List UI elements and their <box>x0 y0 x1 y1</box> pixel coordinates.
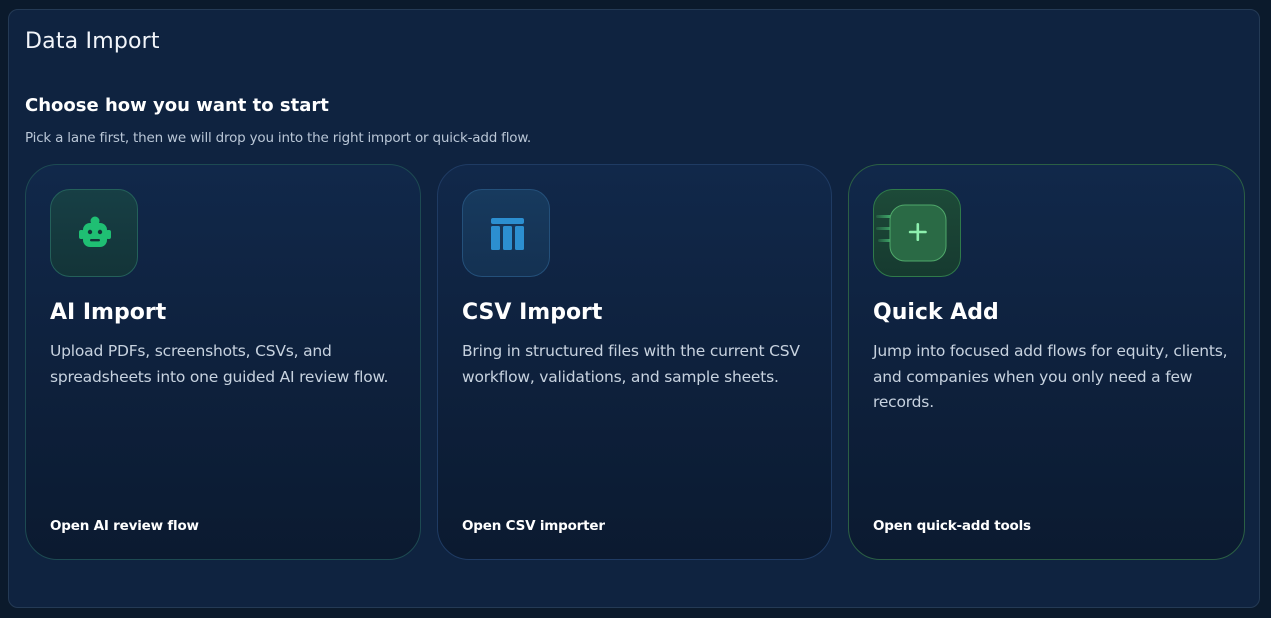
panel-title: Data Import <box>25 29 160 54</box>
open-csv-importer-link[interactable]: Open CSV importer <box>462 517 605 535</box>
csv-import-icon-tile <box>462 189 550 277</box>
quick-add-icon-tile <box>873 189 961 277</box>
quick-add-card[interactable]: Quick Add Jump into focused add flows fo… <box>848 164 1245 560</box>
card-title: Quick Add <box>873 300 999 325</box>
ai-import-icon-tile <box>50 189 138 277</box>
section-title: Choose how you want to start <box>25 95 329 116</box>
card-title: CSV Import <box>462 300 603 325</box>
section-subtitle: Pick a lane first, then we will drop you… <box>25 130 532 146</box>
open-ai-review-flow-link[interactable]: Open AI review flow <box>50 517 199 535</box>
data-import-panel: Data Import Choose how you want to start… <box>8 9 1260 608</box>
card-title: AI Import <box>50 300 167 325</box>
card-description: Upload PDFs, screenshots, CSVs, and spre… <box>50 342 389 386</box>
quick-add-plus-icon <box>876 204 947 262</box>
ai-import-card[interactable]: AI Import Upload PDFs, screenshots, CSVs… <box>25 164 421 560</box>
table-columns-icon <box>491 218 524 250</box>
csv-import-card[interactable]: CSV Import Bring in structured files wit… <box>437 164 832 560</box>
robot-icon <box>79 216 111 247</box>
card-description: Jump into focused add flows for equity, … <box>873 342 1228 411</box>
card-description: Bring in structured files with the curre… <box>462 342 800 386</box>
open-quick-add-tools-link[interactable]: Open quick-add tools <box>873 517 1031 535</box>
